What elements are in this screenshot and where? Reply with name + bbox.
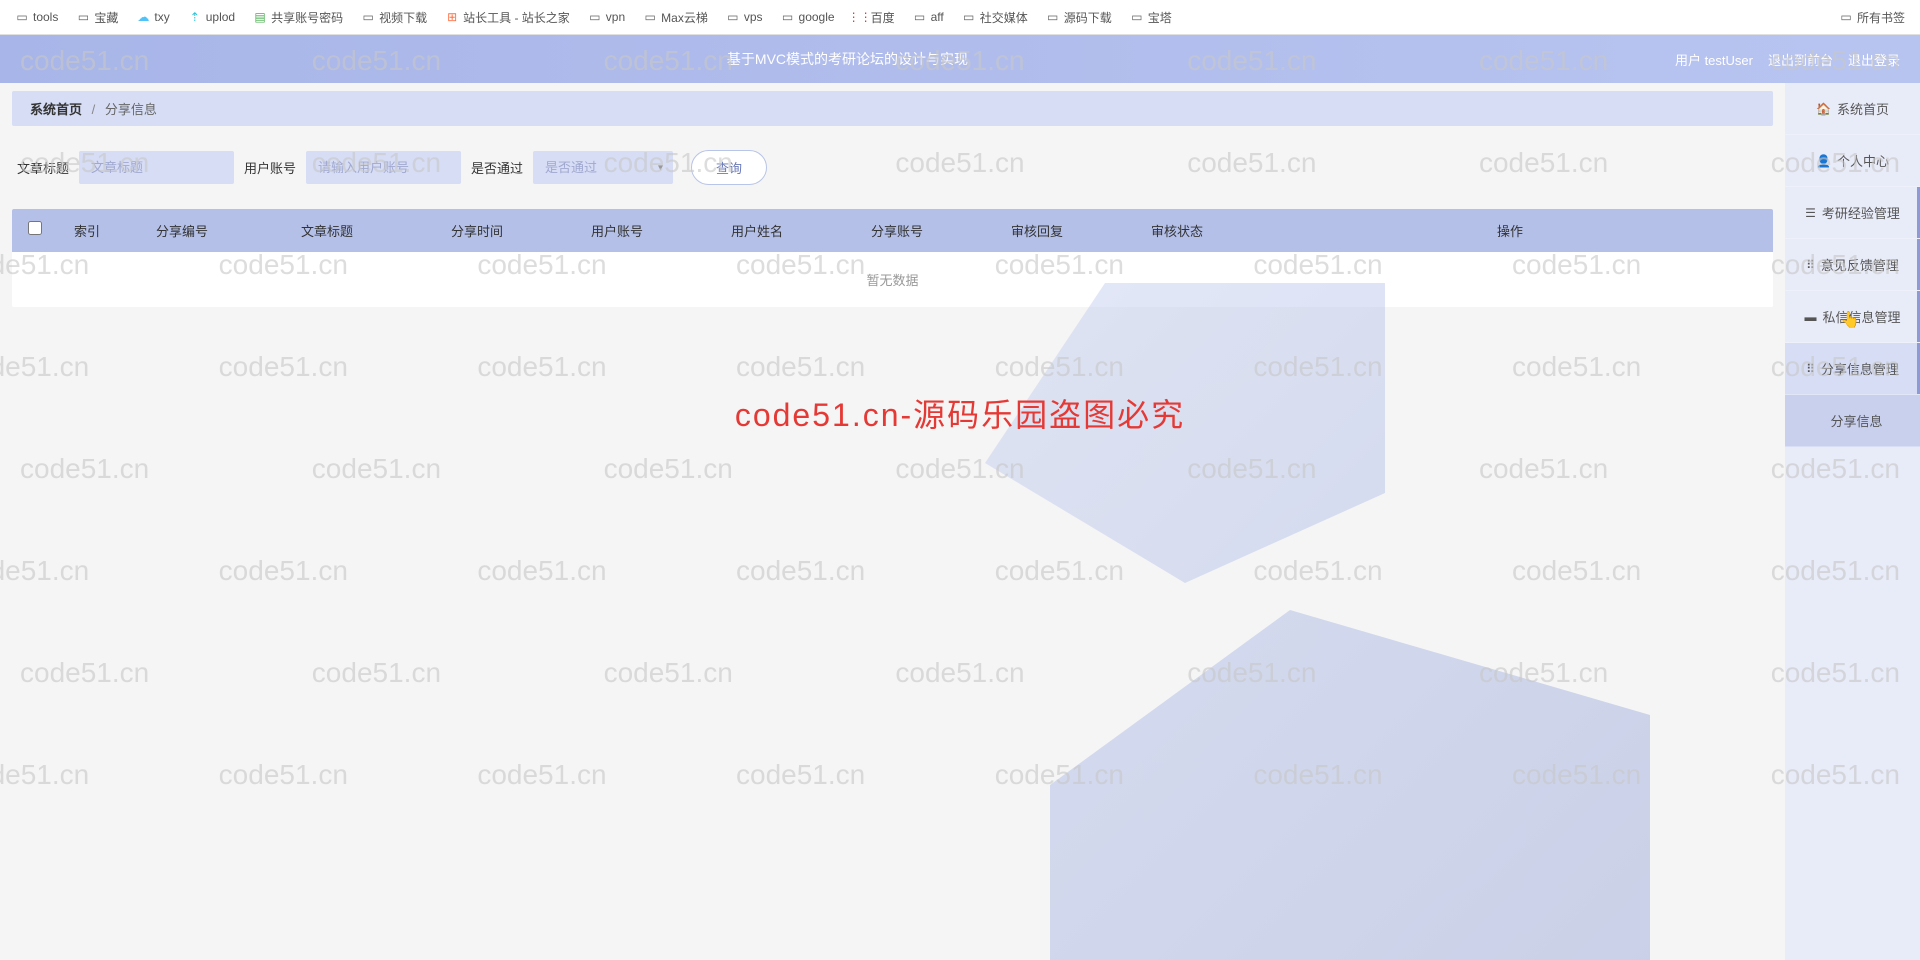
bookmark-baidu[interactable]: ⋮⋮百度 [853,9,895,26]
grid-icon: ⠿ [1806,258,1815,272]
breadcrumb-home[interactable]: 系统首页 [30,102,82,117]
query-button[interactable]: 查询 [691,150,767,185]
sidebar-item-exam-experience[interactable]: ☰ 考研经验管理 [1785,187,1920,239]
bookmark-vpn[interactable]: vpn [588,10,625,24]
th-share-account: 分享账号 [827,209,967,252]
sidebar-label: 分享信息管理 [1821,359,1899,378]
cloud-icon: ☁ [136,10,150,24]
folder-icon [726,10,740,24]
breadcrumb-current: 分享信息 [105,102,157,117]
pass-select[interactable]: 是否通过 [533,151,673,184]
th-user-name: 用户姓名 [687,209,827,252]
th-index: 索引 [57,209,117,252]
bookmark-shared-account[interactable]: ▤共享账号密码 [253,9,343,26]
bookmark-bt[interactable]: 宝塔 [1130,9,1172,26]
th-action: 操作 [1247,209,1773,252]
folder-icon [361,10,375,24]
table-header: 索引 分享编号 文章标题 分享时间 用户账号 用户姓名 分享账号 审核回复 审核… [12,209,1773,252]
th-checkbox [12,209,57,252]
folder-icon [588,10,602,24]
bookmark-all[interactable]: 所有书签 [1839,9,1905,26]
breadcrumb-separator: / [92,102,96,117]
bookmark-aff[interactable]: aff [913,10,944,24]
select-all-checkbox[interactable] [28,221,42,235]
doc-icon: ▤ [253,10,267,24]
user-label: 用户账号 [244,158,296,177]
th-reply: 审核回复 [967,209,1107,252]
bookmark-source-download[interactable]: 源码下载 [1046,9,1112,26]
folder-icon [913,10,927,24]
table-empty-state: 暂无数据 [12,252,1773,307]
th-status: 审核状态 [1107,209,1247,252]
sidebar-item-private-msg[interactable]: ▬ 私信信息管理 [1785,291,1920,343]
user-input[interactable] [306,151,461,184]
sidebar-subitem-share-info[interactable]: 分享信息 [1785,395,1920,447]
sidebar-item-share-manage[interactable]: ⠿ 分享信息管理 [1785,343,1920,395]
bookmark-max-cloud[interactable]: Max云梯 [643,9,708,26]
bookmark-upload[interactable]: ⇡uplod [188,10,235,24]
screen-icon: ▬ [1804,310,1816,324]
home-icon: 🏠 [1816,102,1831,116]
search-bar: 文章标题 用户账号 是否通过 是否通过 查询 [12,150,1773,185]
sidebar-item-personal[interactable]: 👤 个人中心 [1785,135,1920,187]
sidebar-item-feedback[interactable]: ⠿ 意见反馈管理 [1785,239,1920,291]
site-icon: ⊞ [445,10,459,24]
folder-icon [962,10,976,24]
title-input[interactable] [79,151,234,184]
bookmark-treasure[interactable]: 宝藏 [76,9,118,26]
data-table: 索引 分享编号 文章标题 分享时间 用户账号 用户姓名 分享账号 审核回复 审核… [12,209,1773,307]
th-title: 文章标题 [247,209,407,252]
upload-icon: ⇡ [188,10,202,24]
folder-icon [76,10,90,24]
sidebar-label: 私信信息管理 [1822,307,1900,326]
pass-label: 是否通过 [471,158,523,177]
bookmark-video-download[interactable]: 视频下载 [361,9,427,26]
sidebar-label: 考研经验管理 [1822,203,1900,222]
sidebar-label: 分享信息 [1830,411,1882,430]
app-header: 基于MVC模式的考研论坛的设计与实现 用户 testUser 退出到前台 退出登… [0,35,1920,83]
folder-icon [15,10,29,24]
folder-icon [1046,10,1060,24]
logout-link[interactable]: 退出登录 [1848,50,1900,69]
grid-icon: ⠿ [1806,362,1815,376]
bookmark-social-media[interactable]: 社交媒体 [962,9,1028,26]
th-user-account: 用户账号 [547,209,687,252]
decorative-shape [985,283,1385,583]
app-title: 基于MVC模式的考研论坛的设计与实现 [20,49,1675,69]
folder-icon [1130,10,1144,24]
decorative-shape [1050,610,1650,960]
baidu-icon: ⋮⋮ [853,10,867,24]
folder-icon [643,10,657,24]
title-label: 文章标题 [17,158,69,177]
content-area: 系统首页 / 分享信息 文章标题 用户账号 是否通过 是否通过 查询 索引 分享… [0,83,1785,960]
th-time: 分享时间 [407,209,547,252]
bookmark-webmaster-tools[interactable]: ⊞站长工具 - 站长之家 [445,9,570,26]
user-label[interactable]: 用户 testUser [1675,50,1753,69]
sidebar-item-home[interactable]: 🏠 系统首页 [1785,83,1920,135]
list-icon: ☰ [1805,206,1816,220]
folder-icon [1839,10,1853,24]
bookmark-vps[interactable]: vps [726,10,763,24]
user-icon: 👤 [1816,154,1831,168]
sidebar-label: 系统首页 [1837,99,1889,118]
bookmark-bar: tools 宝藏 ☁txy ⇡uplod ▤共享账号密码 视频下载 ⊞站长工具 … [0,0,1920,35]
back-to-front-link[interactable]: 退出到前台 [1768,50,1833,69]
bookmark-tools[interactable]: tools [15,10,58,24]
folder-icon [781,10,795,24]
breadcrumb: 系统首页 / 分享信息 [12,91,1773,126]
sidebar-label: 个人中心 [1837,151,1889,170]
bookmark-txy[interactable]: ☁txy [136,10,169,24]
th-share-id: 分享编号 [117,209,247,252]
bookmark-google[interactable]: google [781,10,835,24]
sidebar: 🏠 系统首页 👤 个人中心 ☰ 考研经验管理 ⠿ 意见反馈管理 ▬ 私信信息管理… [1785,83,1920,960]
header-actions: 用户 testUser 退出到前台 退出登录 [1675,50,1900,69]
sidebar-label: 意见反馈管理 [1821,255,1899,274]
